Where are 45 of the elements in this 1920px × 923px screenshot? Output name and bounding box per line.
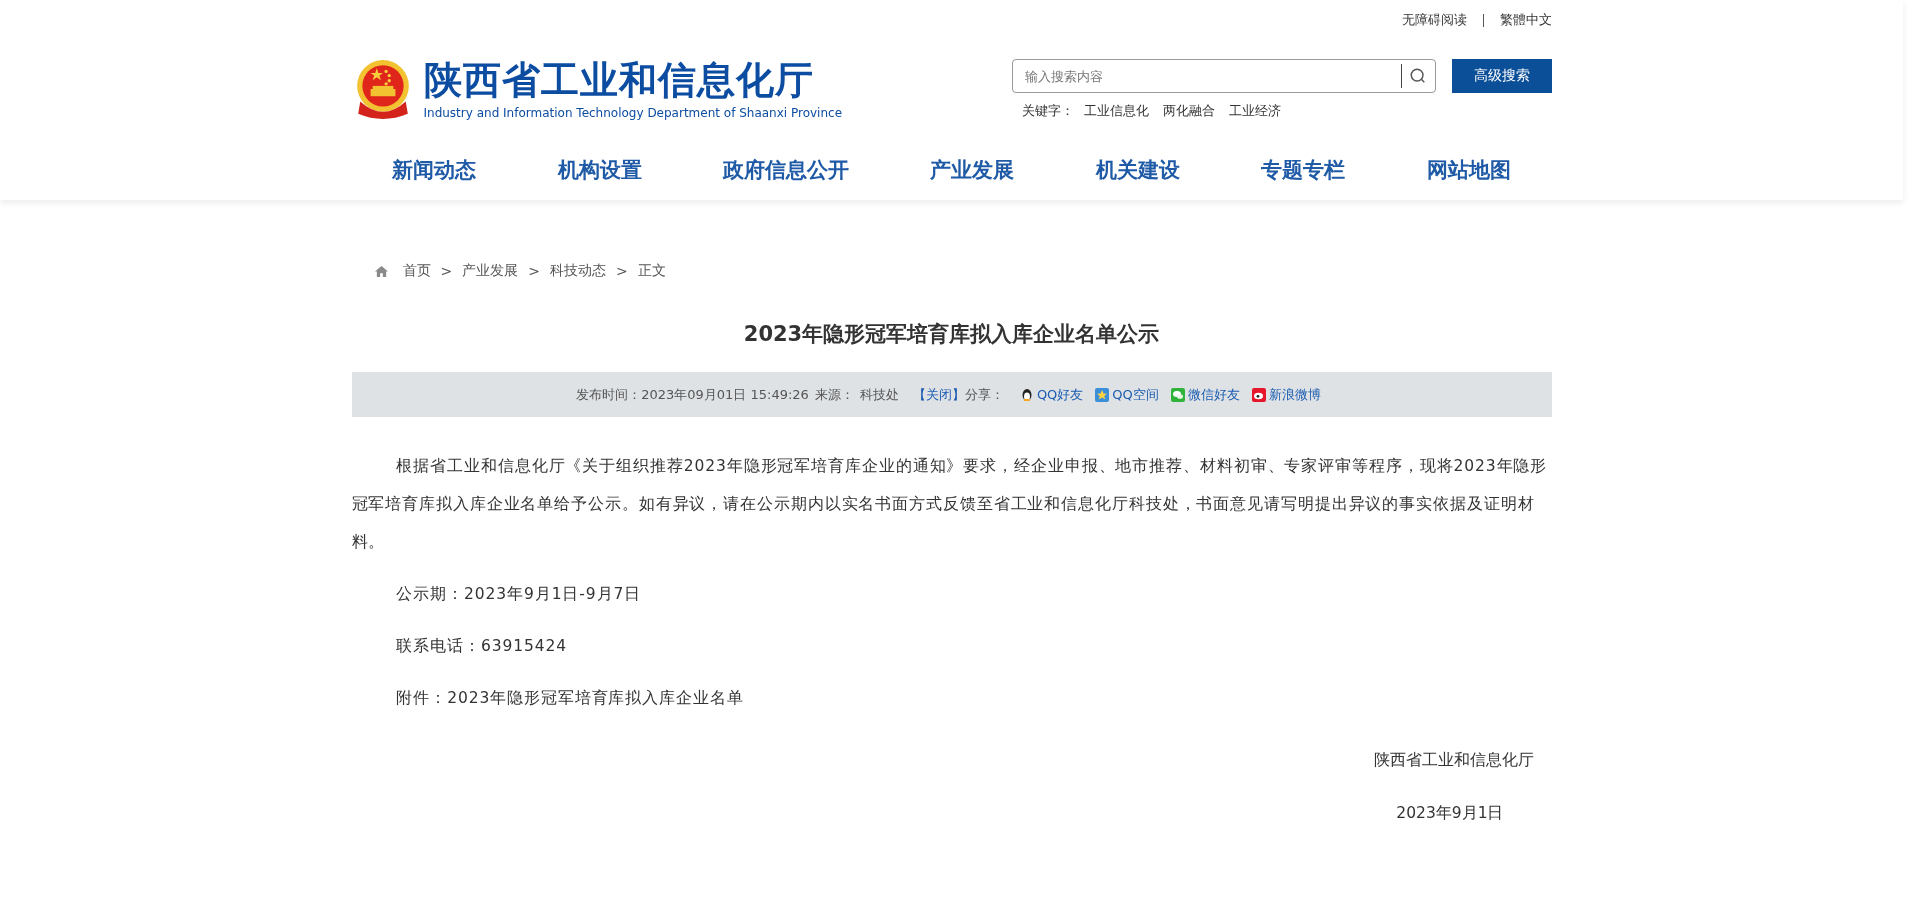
site-subtitle: Industry and Information Technology Department of Shaanxi Province [423,105,843,120]
top-link[interactable]: 繁體中文 [1499,11,1552,29]
source-text: 科技处 [859,385,899,404]
search-field[interactable]: 输入搜索内容 [1011,59,1436,93]
article-paragraph: 附件：2023年隐形冠军培育库拟入库企业名单 [395,688,745,709]
star-icon[interactable] [1095,387,1110,402]
breadcrumb-separator: > [528,263,540,279]
keyword-link[interactable]: 工业信息化 [1083,102,1149,120]
nav-item[interactable]: 机构设置 [547,150,652,190]
article-paragraph: 公示期：2023年9月1日-9月7日 [395,584,643,605]
breadcrumb-separator: > [615,263,628,279]
nav-item[interactable]: 专题专栏 [1251,150,1356,190]
keyword-link[interactable]: 两化融合 [1162,102,1215,120]
breadcrumb-link[interactable]: 产业发展 [462,262,519,280]
article-paragraph: 根据省工业和信息化厅《关于组织推荐2023年隐形冠军培育库企业的通知》要求，经企业申报、地市推荐、材料初审、专家评审等程序，现将2023年隐形冠军培育库拟入库企业名单给予公示。如有异议，请在公示期内以实名书面方式反馈至省工业和信息化厅科技处，书面意见请写明提出异议的事实依据及证明材料。 [351,456,1549,553]
source-label: 来源： [814,385,854,404]
article-title: 2023年隐形冠军培育库拟入库企业名单公示 [742,321,1161,348]
chat-bubble-icon[interactable] [1170,387,1185,402]
share-label: 分享： [964,385,1004,404]
signature-line: 陕西省工业和信息化厅 [1372,750,1535,771]
nav-item[interactable]: 新闻动态 [382,150,487,190]
advanced-search-button[interactable]: 高级搜索 [1451,59,1552,93]
eye-icon[interactable] [1251,387,1266,402]
breadcrumb-link[interactable]: 科技动态 [549,262,606,280]
publish-time: 发布时间：2023年09月01日 15:49:26 [576,385,809,404]
share-link[interactable]: QQ好友 [1036,385,1084,404]
share-link[interactable]: 微信好友 [1187,385,1240,404]
home-icon[interactable] [373,264,389,278]
close-link[interactable]: 【关闭】 [912,385,965,404]
nav-item[interactable]: 网站地图 [1416,150,1521,190]
keyword-link[interactable]: 工业经济 [1228,102,1281,120]
keywords-label: 关键字： [1021,102,1074,120]
nav-item[interactable]: 机关建设 [1085,150,1190,190]
nav-item[interactable]: 政府信息公开 [713,150,860,190]
top-link[interactable]: 无障碍阅读 [1401,11,1467,29]
nav-item[interactable]: 产业发展 [920,150,1025,190]
search-icon[interactable] [1408,67,1427,85]
share-link[interactable]: QQ空间 [1112,385,1159,404]
breadcrumb-link[interactable]: 正文 [637,262,666,280]
signature-line: 2023年9月1日 [1395,803,1505,824]
article-paragraph: 联系电话：63915424 [395,636,569,657]
breadcrumb-separator: > [440,263,453,279]
share-link[interactable]: 新浪微博 [1268,385,1321,404]
site-title: 陕西省工业和信息化厅 [423,57,815,102]
breadcrumb-link[interactable]: 首页 [402,262,431,280]
